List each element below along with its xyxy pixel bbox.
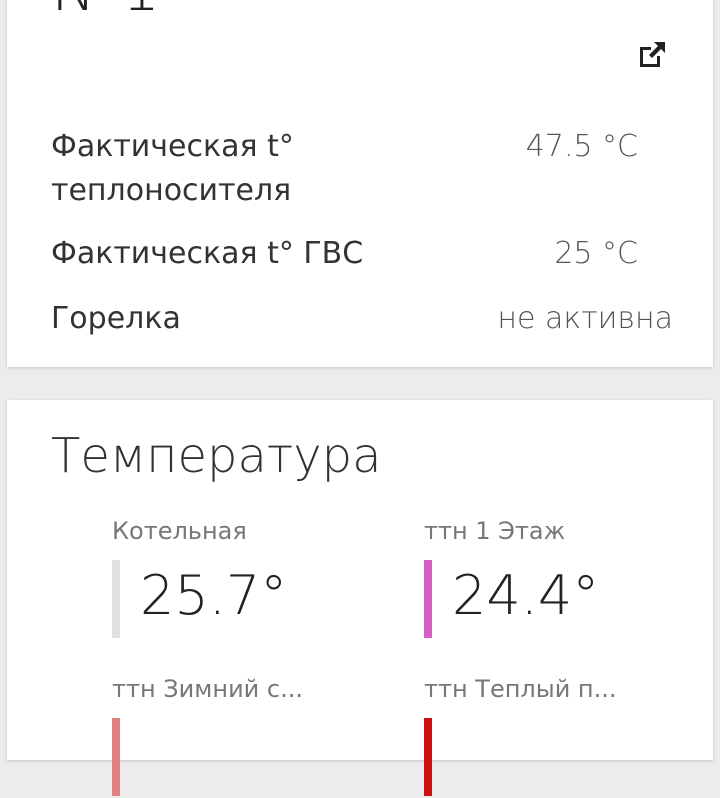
attr-label: Фактическая t° теплоносителя bbox=[51, 129, 294, 208]
sensor-boiler-room[interactable]: Котельная 25.7° bbox=[112, 516, 382, 640]
attr-row-dhw-temp: Фактическая t° ГВС 25 °C bbox=[51, 232, 673, 276]
boiler-card: №1 Фактическая t° теплоносителя 47.5 °C … bbox=[7, 0, 713, 367]
sensor-color-bar bbox=[424, 718, 432, 796]
sensor-value: 25.7° bbox=[140, 564, 288, 627]
attr-label: Фактическая t° ГВС bbox=[51, 236, 364, 271]
attr-label: Горелка bbox=[51, 301, 181, 336]
sensor-warm-floor[interactable]: ттн Теплый п... bbox=[424, 674, 694, 798]
sensor-color-bar bbox=[424, 560, 432, 638]
sensor-winter-garden[interactable]: ттн Зимний с... bbox=[112, 674, 382, 798]
sensor-name: ттн Зимний с... bbox=[112, 675, 303, 703]
attr-row-coolant-temp: Фактическая t° теплоносителя 47.5 °C bbox=[51, 125, 673, 215]
sensor-name: ттн Теплый п... bbox=[424, 675, 617, 703]
temperature-card: Температура Котельная 25.7° ттн 1 Этаж 2… bbox=[7, 400, 713, 796]
boiler-card-title: №1 bbox=[51, 0, 161, 20]
attr-value: не активна bbox=[497, 301, 673, 336]
temperature-card-title: Температура bbox=[51, 428, 382, 484]
external-link-icon[interactable] bbox=[635, 38, 669, 72]
sensor-floor-1[interactable]: ттн 1 Этаж 24.4° bbox=[424, 516, 694, 640]
sensor-color-bar bbox=[112, 718, 120, 796]
sensor-name: ттн 1 Этаж bbox=[424, 517, 566, 545]
sensor-value: 24.4° bbox=[452, 564, 600, 627]
sensor-name: Котельная bbox=[112, 517, 247, 545]
attr-value: 25 °C bbox=[554, 236, 638, 271]
attr-row-burner: Горелка не активна bbox=[51, 297, 673, 341]
sensor-color-bar bbox=[112, 560, 120, 638]
attr-value: 47.5 °C bbox=[525, 129, 638, 164]
